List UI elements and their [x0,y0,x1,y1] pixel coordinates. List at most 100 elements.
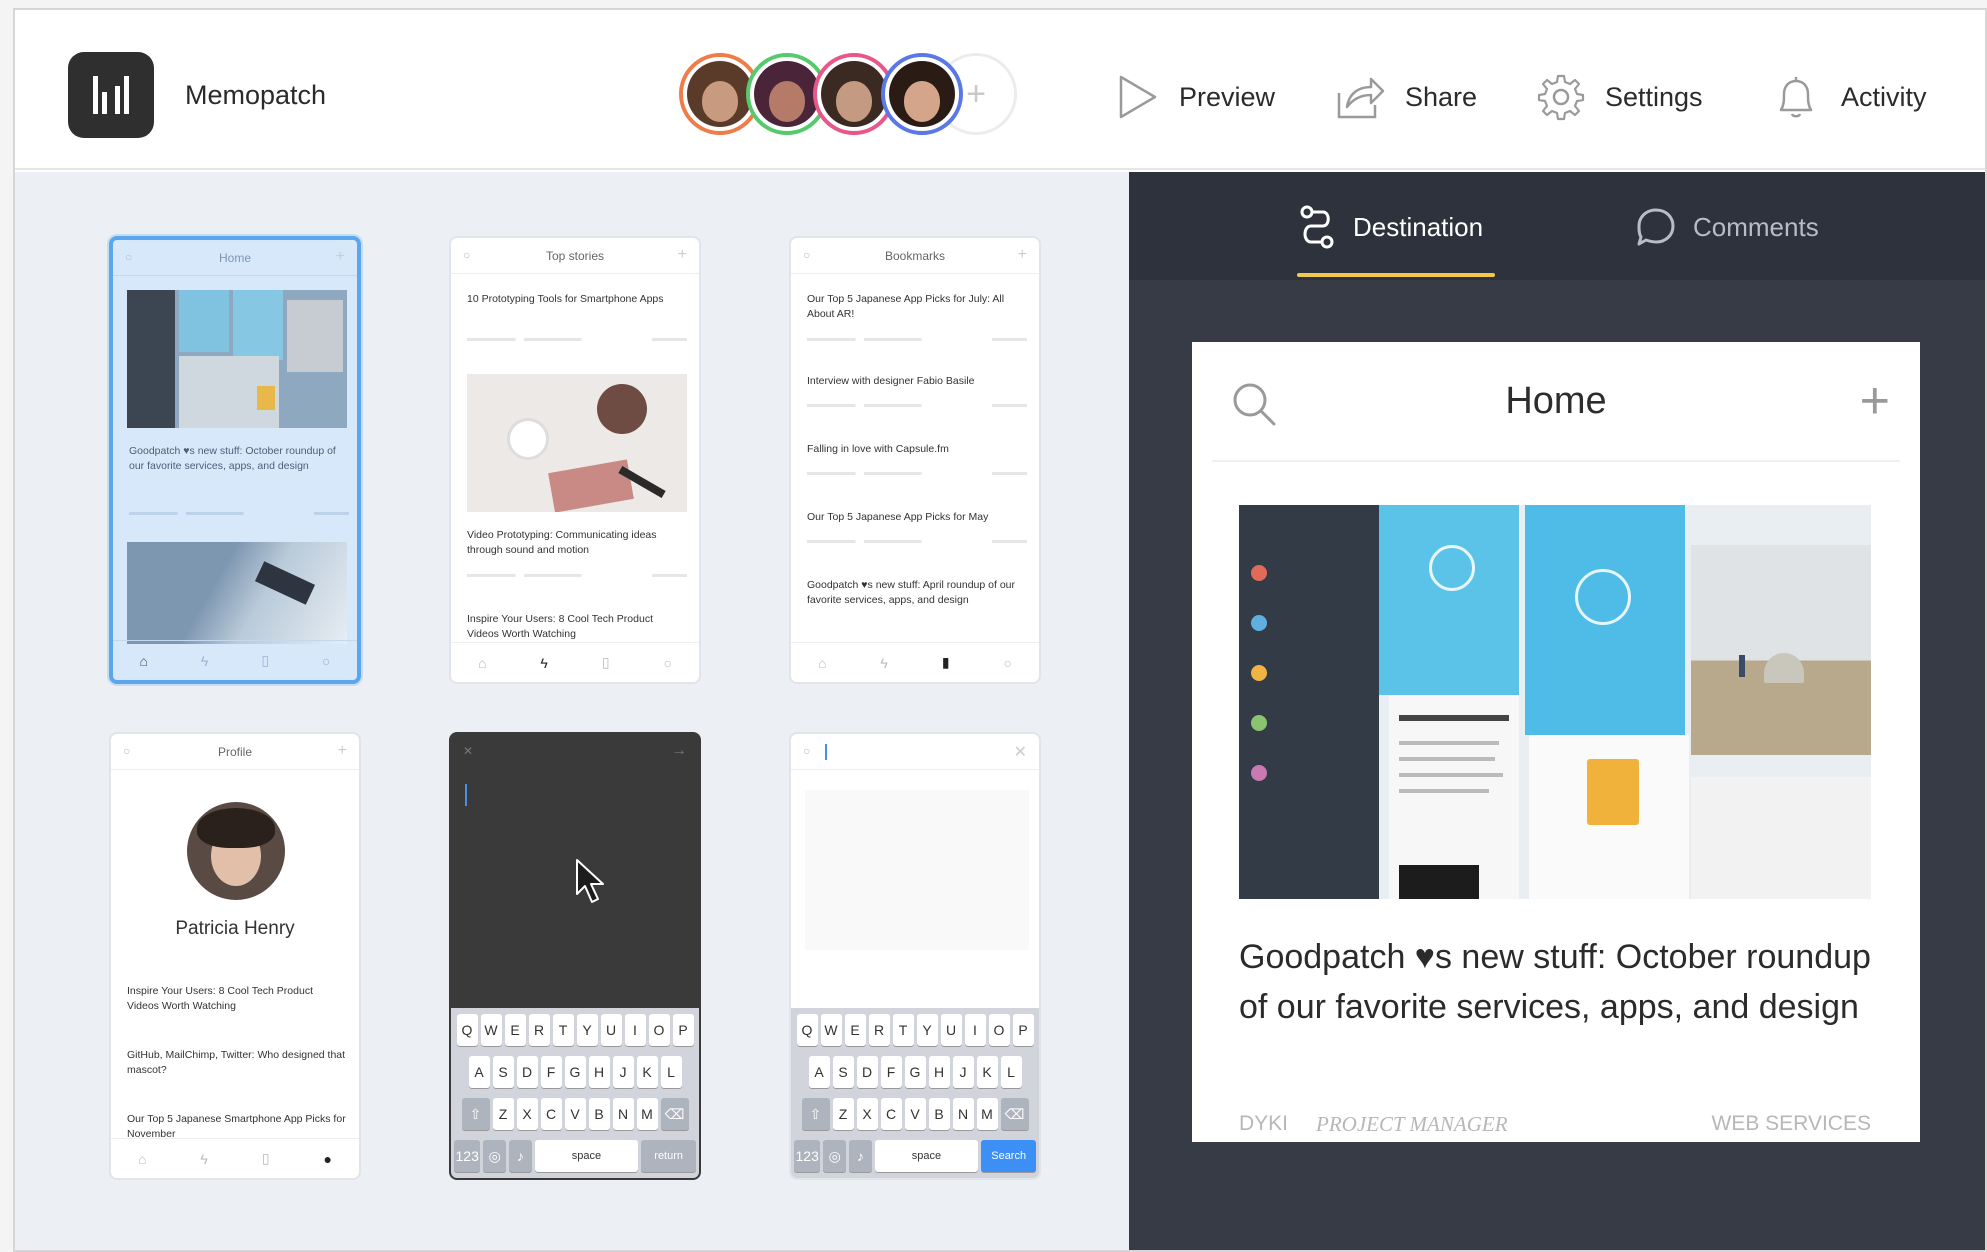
tab-destination[interactable]: Destination [1297,202,1483,252]
keyboard-key[interactable]: N [952,1098,974,1130]
keyboard-key[interactable]: N [612,1098,634,1130]
home-icon[interactable]: ⌂ [138,1151,146,1167]
share-button[interactable]: Share [1333,72,1477,122]
bookmark-icon[interactable]: ▯ [261,652,269,669]
keyboard-key[interactable]: J [952,1056,974,1088]
keyboard-key[interactable]: W [820,1014,842,1046]
keyboard-key[interactable]: W [480,1014,502,1046]
shift-key[interactable]: ⇧ [461,1098,490,1130]
backspace-key[interactable]: ⌫ [1000,1098,1029,1130]
home-icon[interactable]: ⌂ [139,653,147,669]
list-item[interactable]: 10 Prototyping Tools for Smartphone Apps [467,292,687,307]
list-item[interactable]: GitHub, MailChimp, Twitter: Who designed… [127,1048,347,1078]
keyboard-key[interactable]: F [880,1056,902,1088]
keyboard-key[interactable]: F [540,1056,562,1088]
keyboard-key[interactable]: A [808,1056,830,1088]
profile-icon[interactable]: ○ [322,653,330,669]
preview-button[interactable]: Preview [1115,72,1275,122]
space-key[interactable]: space [534,1140,639,1172]
profile-icon[interactable]: ○ [1004,655,1012,671]
bookmark-icon[interactable]: ▮ [942,654,950,671]
screen-thumbnail-top-stories[interactable]: ○ Top stories + 10 Prototyping Tools for… [449,236,701,684]
keyboard-key[interactable]: Y [576,1014,598,1046]
keyboard-key[interactable]: V [564,1098,586,1130]
keyboard-key[interactable]: G [904,1056,926,1088]
collaborator-avatar[interactable] [881,53,963,135]
list-item[interactable]: Interview with designer Fabio Basile [807,374,1027,389]
microphone-icon[interactable]: ♪ [509,1140,532,1172]
numbers-key[interactable]: 123 [794,1140,821,1172]
keyboard-key[interactable]: L [1000,1056,1022,1088]
home-icon[interactable]: ⌂ [478,655,486,671]
keyboard-key[interactable]: S [492,1056,514,1088]
screen-thumbnail-bookmarks[interactable]: ○ Bookmarks + Our Top 5 Japanese App Pic… [789,236,1041,684]
profile-icon[interactable]: ○ [664,655,672,671]
keyboard-key[interactable]: P [1012,1014,1034,1046]
keyboard-key[interactable]: U [940,1014,962,1046]
list-item[interactable]: Our Top 5 Japanese App Picks for July: A… [807,292,1027,322]
keyboard-key[interactable]: M [976,1098,998,1130]
keyboard-key[interactable]: S [832,1056,854,1088]
list-item[interactable]: Our Top 5 Japanese App Picks for May [807,510,1027,525]
keyboard-key[interactable]: D [516,1056,538,1088]
keyboard-key[interactable]: K [636,1056,658,1088]
keyboard-key[interactable]: Q [456,1014,478,1046]
keyboard-key[interactable]: J [612,1056,634,1088]
space-key[interactable]: space [874,1140,979,1172]
screen-thumbnail-search[interactable]: ○ ✕ Q W E R T Y U I O P A S D F G H J K L ⇧ Z X C V B N M ⌫ 123 ◎ ♪ spa… [789,732,1041,1180]
keyboard-key[interactable]: H [928,1056,950,1088]
keyboard-key[interactable]: U [600,1014,622,1046]
profile-icon[interactable]: ● [324,1151,332,1167]
microphone-icon[interactable]: ♪ [849,1140,872,1172]
keyboard-key[interactable]: Z [832,1098,854,1130]
bookmark-icon[interactable]: ▯ [262,1150,270,1167]
app-logo[interactable] [68,52,154,138]
keyboard-key[interactable]: X [516,1098,538,1130]
screen-thumbnail-compose[interactable]: ✕ → Q W E R T Y U I O P A S D F G H J K L ⇧ Z X C V B N M ⌫ 123 ◎ ♪ spa… [449,732,701,1180]
keyboard-key[interactable]: R [528,1014,550,1046]
bolt-icon[interactable]: ϟ [540,655,547,671]
activity-button[interactable]: Activity [1771,72,1927,122]
keyboard-key[interactable]: E [504,1014,526,1046]
keyboard-key[interactable]: X [856,1098,878,1130]
keyboard-key[interactable]: M [636,1098,658,1130]
home-icon[interactable]: ⌂ [818,655,826,671]
keyboard-key[interactable]: C [880,1098,902,1130]
keyboard-key[interactable]: P [672,1014,694,1046]
keyboard-key[interactable]: V [904,1098,926,1130]
list-item[interactable]: Inspire Your Users: 8 Cool Tech Product … [127,984,347,1014]
list-item[interactable]: Falling in love with Capsule.fm [807,442,1027,457]
destination-preview[interactable]: Home + Goodpatch ♥s new stuff: October r… [1192,342,1920,1142]
keyboard-key[interactable]: T [552,1014,574,1046]
list-item[interactable]: Inspire Your Users: 8 Cool Tech Product … [467,612,687,642]
screen-thumbnail-profile[interactable]: ○ Profile + Patricia Henry Inspire Your … [109,732,361,1180]
keyboard-key[interactable]: H [588,1056,610,1088]
keyboard-key[interactable]: Q [796,1014,818,1046]
keyboard-key[interactable]: Y [916,1014,938,1046]
bookmark-icon[interactable]: ▯ [602,654,610,671]
keyboard-key[interactable]: Z [492,1098,514,1130]
list-item[interactable]: Goodpatch ♥s new stuff: April roundup of… [807,578,1027,608]
backspace-key[interactable]: ⌫ [660,1098,689,1130]
keyboard-key[interactable]: O [648,1014,670,1046]
keyboard-key[interactable]: E [844,1014,866,1046]
list-item[interactable]: Video Prototyping: Communicating ideas t… [467,528,687,558]
keyboard-key[interactable]: A [468,1056,490,1088]
screen-thumbnail-home[interactable]: ○ Home + Goodpatch ♥s new stuff: October… [109,236,361,684]
keyboard-key[interactable]: O [988,1014,1010,1046]
keyboard-key[interactable]: D [856,1056,878,1088]
keyboard-key[interactable]: B [928,1098,950,1130]
bolt-icon[interactable]: ϟ [200,1151,207,1167]
keyboard-key[interactable]: R [868,1014,890,1046]
keyboard-key[interactable]: B [588,1098,610,1130]
shift-key[interactable]: ⇧ [801,1098,830,1130]
keyboard-key[interactable]: G [564,1056,586,1088]
keyboard-key[interactable]: I [964,1014,986,1046]
keyboard-key[interactable]: K [976,1056,998,1088]
bolt-icon[interactable]: ϟ [201,653,208,669]
tab-comments[interactable]: Comments [1635,202,1819,252]
search-key[interactable]: Search [981,1140,1036,1172]
return-key[interactable]: return [641,1140,696,1172]
globe-icon[interactable]: ◎ [823,1140,847,1172]
keyboard-key[interactable]: L [660,1056,682,1088]
